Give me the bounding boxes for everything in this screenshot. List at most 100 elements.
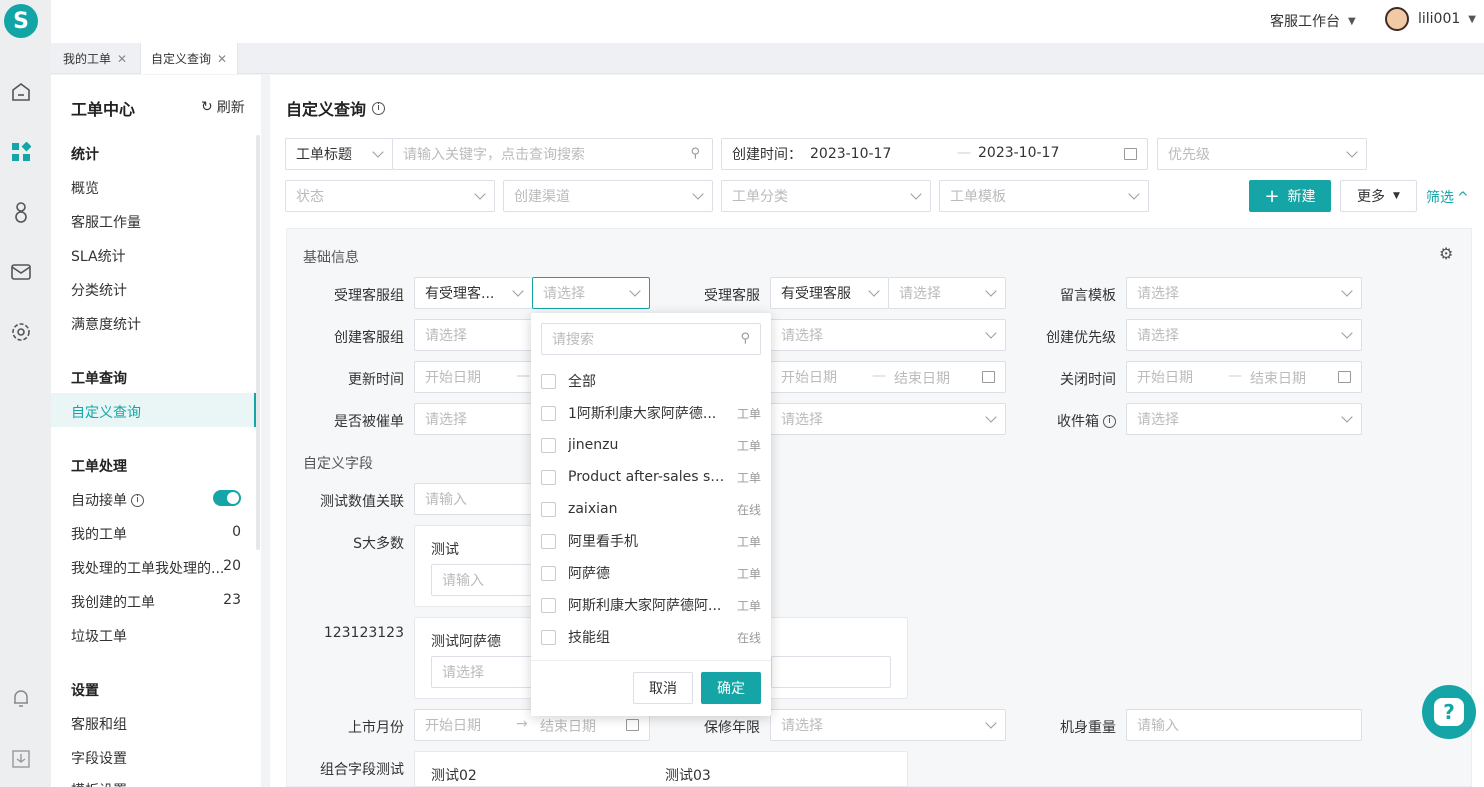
keyword-input[interactable]: 请输入关键字，点击查询搜索 ⚲ — [392, 138, 713, 170]
nav-item-overview[interactable]: 概览 — [71, 178, 99, 198]
dropdown-search-input[interactable]: 请搜索 ⚲ — [541, 323, 761, 355]
accept-agent-select[interactable]: 请选择 — [888, 277, 1006, 309]
checkbox[interactable] — [541, 629, 556, 645]
nav-item-template-settings[interactable]: 模板设置 — [71, 780, 127, 787]
tab-my-tickets[interactable]: 我的工单 ✕ — [53, 43, 137, 74]
nav-item-field-settings[interactable]: 字段设置 — [71, 748, 127, 768]
info-icon[interactable]: i — [1103, 414, 1116, 428]
checkbox[interactable] — [541, 405, 556, 421]
checkbox[interactable] — [541, 437, 556, 453]
nav-item-custom-query[interactable]: 自定义查询 — [51, 393, 256, 427]
avatar[interactable] — [1385, 7, 1409, 31]
placeholder: 请选择 — [899, 286, 941, 302]
nav-item-sla[interactable]: SLA统计 — [71, 246, 126, 266]
label-combo: 组合字段测试 — [320, 762, 404, 778]
warranty-select[interactable]: 请选择 — [770, 709, 1006, 741]
info-icon[interactable]: i — [372, 101, 386, 115]
nav-item-handled[interactable]: 我处理的工单我处理的... — [71, 558, 223, 578]
dropdown-option[interactable]: 1阿斯利康大家阿萨德... 工单 — [541, 397, 761, 429]
msg-template-select[interactable]: 请选择 — [1126, 277, 1362, 309]
nav-item-agents-groups[interactable]: 客服和组 — [71, 714, 127, 734]
placeholder: 结束日期 — [894, 371, 950, 387]
title-type-select[interactable]: 工单标题 — [285, 138, 393, 170]
checkbox[interactable] — [541, 501, 556, 517]
checkbox[interactable] — [541, 597, 556, 613]
priority-select[interactable]: 优先级 — [1157, 138, 1367, 170]
auto-accept-label: 自动接单 — [71, 493, 127, 509]
app-logo[interactable]: S — [4, 4, 38, 38]
dropdown-option[interactable]: zaixian 在线 — [541, 493, 761, 525]
chevron-down-icon — [985, 285, 997, 297]
create-priority-select[interactable]: 请选择 — [1126, 319, 1362, 351]
urged-agent-select[interactable]: 请选择 — [770, 403, 1006, 435]
button-label: 更多 — [1357, 189, 1386, 205]
nav-item-category-stats[interactable]: 分类统计 — [71, 280, 127, 300]
placeholder: 请选择 — [1137, 286, 1179, 302]
home-icon[interactable] — [10, 81, 32, 103]
template-select[interactable]: 工单模板 — [939, 180, 1149, 212]
user-menu[interactable]: lili001 ▼ — [1418, 11, 1476, 27]
close-icon[interactable]: ✕ — [117, 52, 127, 66]
created-date-range[interactable]: 创建时间： 2023-10-17 — 2023-10-17 — [721, 138, 1148, 170]
refresh-button[interactable]: ↻ 刷新 — [201, 97, 245, 117]
dropdown-option[interactable]: Product after-sales ski... 工单 — [541, 461, 761, 493]
auto-accept-toggle[interactable] — [213, 490, 241, 506]
filter-label: 筛选 — [1426, 190, 1454, 206]
channel-select[interactable]: 创建渠道 — [503, 180, 713, 212]
apps-icon[interactable] — [10, 141, 32, 163]
inbox-select[interactable]: 请选择 — [1126, 403, 1362, 435]
checkbox[interactable] — [541, 565, 556, 581]
option-label: 阿斯利康大家阿萨德阿... — [568, 598, 722, 614]
nav-item-my-tickets[interactable]: 我的工单 — [71, 524, 127, 544]
download-icon[interactable] — [10, 748, 32, 770]
label-urged: 是否被催单 — [334, 414, 404, 430]
workspace-switch[interactable]: 客服工作台 ▼ — [1270, 11, 1356, 31]
dropdown-option[interactable]: jinenzu 工单 — [541, 429, 761, 461]
count-badge: 20 — [223, 558, 241, 574]
filter-toggle[interactable]: 筛选 ^ — [1426, 187, 1469, 207]
settings-icon[interactable] — [10, 321, 32, 343]
dropdown-option[interactable]: 阿萨德 工单 — [541, 557, 761, 589]
option-label: 全部 — [568, 374, 596, 390]
placeholder: 请输入 — [1137, 718, 1179, 734]
contacts-icon[interactable] — [10, 201, 32, 223]
weight-input[interactable]: 请输入 — [1126, 709, 1362, 741]
accept-agent-mode-select[interactable]: 有受理客服 — [770, 277, 889, 309]
more-button[interactable]: 更多 ▼ — [1340, 180, 1417, 212]
icon-rail: S — [0, 0, 51, 787]
create-agent-select[interactable]: 请选择 — [770, 319, 1006, 351]
option-all[interactable]: 全部 — [541, 365, 761, 397]
gear-icon[interactable]: ⚙ — [1439, 244, 1453, 263]
scrollbar[interactable] — [256, 135, 260, 550]
checkbox[interactable] — [541, 373, 556, 389]
new-button[interactable]: + 新建 — [1249, 180, 1331, 212]
info-icon[interactable]: i — [131, 493, 144, 507]
tab-custom-query[interactable]: 自定义查询 ✕ — [140, 43, 239, 74]
mail-icon[interactable] — [10, 261, 32, 283]
placeholder: 请输入 — [425, 492, 467, 508]
close-time-range[interactable]: 开始日期 — 结束日期 — [1126, 361, 1362, 393]
placeholder: 优先级 — [1168, 147, 1210, 163]
label-num-relation: 测试数值关联 — [320, 494, 404, 510]
nav-item-created[interactable]: 我创建的工单 — [71, 592, 155, 612]
field-123-input[interactable] — [771, 656, 891, 688]
label-123123123: 123123123 — [323, 625, 404, 641]
bell-icon[interactable] — [10, 687, 32, 709]
dropdown-option[interactable]: 阿里看手机 工单 — [541, 525, 761, 557]
checkbox[interactable] — [541, 469, 556, 485]
create-time-range[interactable]: 开始日期 — 结束日期 — [770, 361, 1006, 393]
category-select[interactable]: 工单分类 — [721, 180, 931, 212]
dropdown-option[interactable]: 技能组 在线 — [541, 621, 761, 653]
help-chat-button[interactable]: ? — [1422, 685, 1476, 739]
accept-group-select[interactable]: 请选择 — [532, 277, 650, 309]
nav-item-trash[interactable]: 垃圾工单 — [71, 626, 127, 646]
checkbox[interactable] — [541, 533, 556, 549]
cancel-button[interactable]: 取消 — [633, 672, 693, 704]
nav-item-satisfaction[interactable]: 满意度统计 — [71, 314, 141, 334]
accept-group-mode-select[interactable]: 有受理客... — [414, 277, 533, 309]
dropdown-option[interactable]: 阿斯利康大家阿萨德阿... 工单 — [541, 589, 761, 621]
status-select[interactable]: 状态 — [285, 180, 495, 212]
nav-item-workload[interactable]: 客服工作量 — [71, 212, 141, 232]
close-icon[interactable]: ✕ — [217, 52, 227, 66]
confirm-button[interactable]: 确定 — [701, 672, 761, 704]
